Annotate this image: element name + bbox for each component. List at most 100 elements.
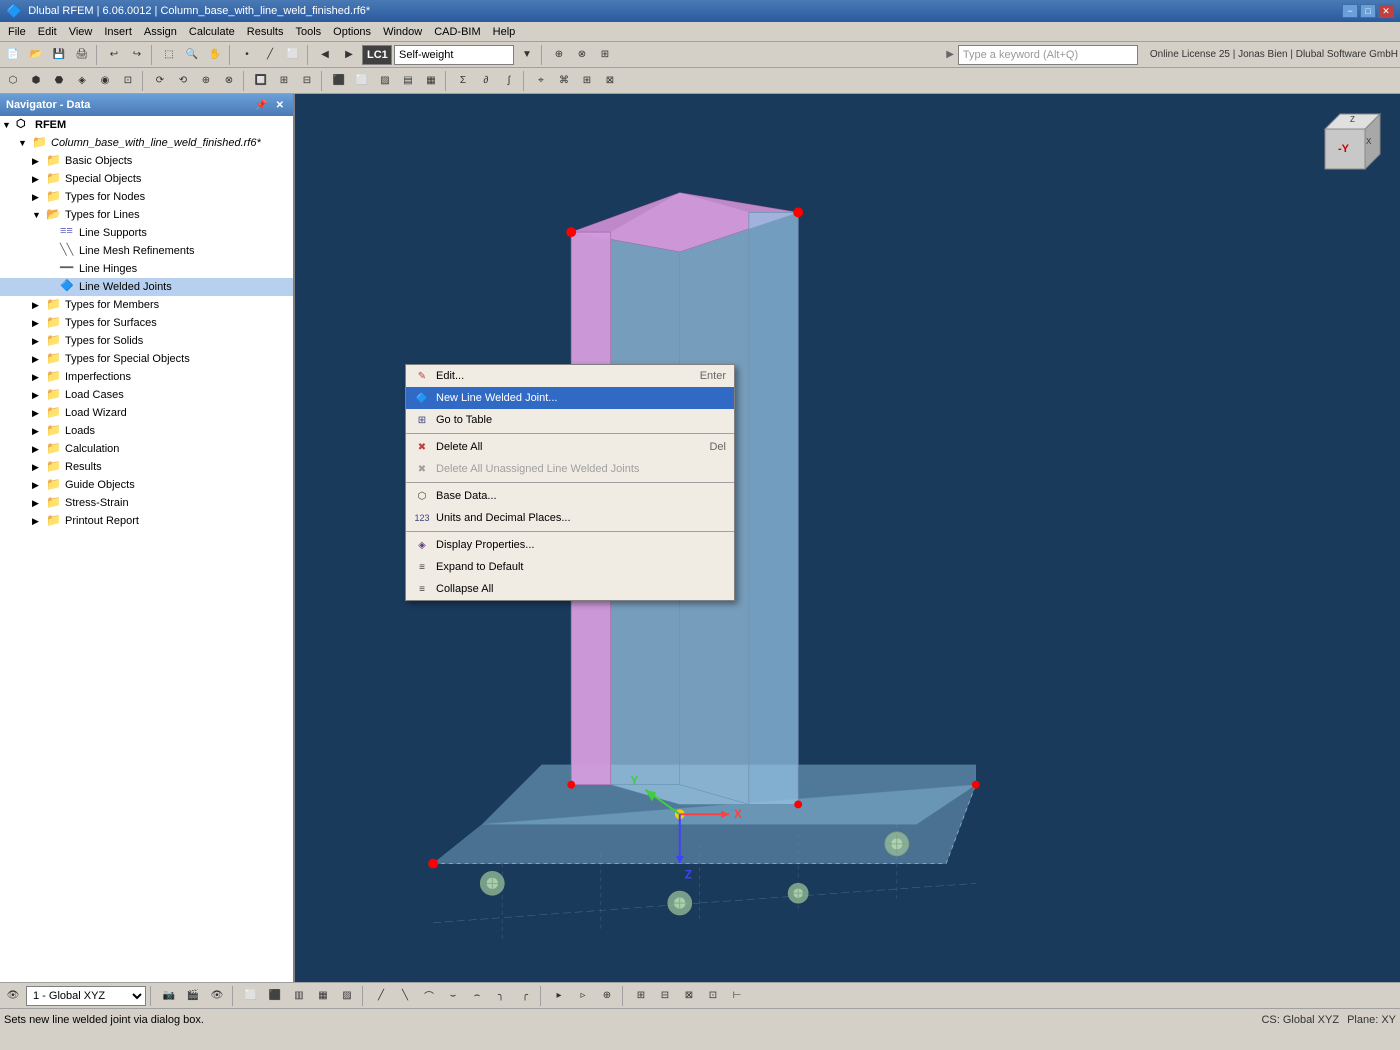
tree-load-wizard[interactable]: ▶ 📁 Load Wizard [0, 404, 293, 422]
tb-print[interactable]: 🖨 [71, 44, 93, 66]
nav-close[interactable]: ✕ [273, 100, 287, 111]
tb2-3[interactable]: ⬣ [48, 70, 70, 92]
ctx-collapse[interactable]: ≡ Collapse All [406, 578, 734, 600]
tree-calculation[interactable]: ▶ 📁 Calculation [0, 440, 293, 458]
tb-lc-next[interactable]: ▶ [338, 44, 360, 66]
tb-open[interactable]: 📂 [25, 44, 47, 66]
maximize-button[interactable]: □ [1360, 4, 1376, 18]
menu-tools[interactable]: Tools [289, 24, 327, 40]
tb2-4[interactable]: ◈ [71, 70, 93, 92]
tree-types-surfaces[interactable]: ▶ 📁 Types for Surfaces [0, 314, 293, 332]
tb2-22[interactable]: ⌖ [530, 70, 552, 92]
tree-file[interactable]: ▼ 📁 Column_base_with_line_weld_finished.… [0, 134, 293, 152]
menu-view[interactable]: View [63, 24, 99, 40]
tb-surface[interactable]: ⬜ [282, 44, 304, 66]
tb2-21[interactable]: ∫ [498, 70, 520, 92]
tree-line-supports[interactable]: ≡≡ Line Supports [0, 224, 293, 242]
ctx-goto-table[interactable]: ⊞ Go to Table [406, 409, 734, 431]
tb2-18[interactable]: ▦ [420, 70, 442, 92]
bt-cam[interactable]: 📷 [158, 985, 180, 1007]
tb2-23[interactable]: ⌘ [553, 70, 575, 92]
ctx-new-welded[interactable]: 🔷 New Line Welded Joint... [406, 387, 734, 409]
tb2-2[interactable]: ⬢ [25, 70, 47, 92]
tb2-17[interactable]: ▤ [397, 70, 419, 92]
tree-types-members[interactable]: ▶ 📁 Types for Members [0, 296, 293, 314]
bt-vid[interactable]: 🎬 [182, 985, 204, 1007]
tb-redo[interactable]: ↪ [126, 44, 148, 66]
bt-s1[interactable]: ╱ [370, 985, 392, 1007]
bt-s5[interactable]: ⌢ [466, 985, 488, 1007]
menu-insert[interactable]: Insert [98, 24, 138, 40]
canvas-area[interactable]: X Z Y -Y X Z [295, 94, 1400, 982]
tb-node[interactable]: • [236, 44, 258, 66]
tree-line-mesh[interactable]: ╲╲ Line Mesh Refinements [0, 242, 293, 260]
tb-zoom[interactable]: 🔍 [181, 44, 203, 66]
bt-w4[interactable]: ⊡ [702, 985, 724, 1007]
tree-types-special[interactable]: ▶ 📁 Types for Special Objects [0, 350, 293, 368]
tree-results[interactable]: ▶ 📁 Results [0, 458, 293, 476]
bt-w2[interactable]: ⊟ [654, 985, 676, 1007]
tb2-20[interactable]: ∂ [475, 70, 497, 92]
lc-combo[interactable]: Self-weight [394, 45, 514, 65]
tb2-11[interactable]: 🔲 [250, 70, 272, 92]
bt-grid2[interactable]: ⬛ [264, 985, 286, 1007]
tb2-13[interactable]: ⊟ [296, 70, 318, 92]
nav-cube[interactable]: -Y X Z [1310, 104, 1390, 184]
tb2-6[interactable]: ⊡ [117, 70, 139, 92]
bt-m2[interactable]: ▹ [572, 985, 594, 1007]
close-button[interactable]: ✕ [1378, 4, 1394, 18]
tb-undo[interactable]: ↩ [103, 44, 125, 66]
bt-w5[interactable]: ⊢ [726, 985, 748, 1007]
tb2-1[interactable]: ⬡ [2, 70, 24, 92]
menu-options[interactable]: Options [327, 24, 377, 40]
nav-header-controls[interactable]: 📌 ✕ [252, 100, 287, 111]
tb-lc-drop[interactable]: ▼ [516, 44, 538, 66]
bt-w3[interactable]: ⊠ [678, 985, 700, 1007]
tb-line[interactable]: ╱ [259, 44, 281, 66]
menu-assign[interactable]: Assign [138, 24, 183, 40]
bt-m3[interactable]: ⊕ [596, 985, 618, 1007]
tree-types-lines[interactable]: ▼ 📂 Types for Lines [0, 206, 293, 224]
menu-cad-bim[interactable]: CAD-BIM [428, 24, 486, 40]
tree-types-nodes[interactable]: ▶ 📁 Types for Nodes [0, 188, 293, 206]
tb2-12[interactable]: ⊞ [273, 70, 295, 92]
nav-pin[interactable]: 📌 [252, 100, 270, 111]
tree-basic-objects[interactable]: ▶ 📁 Basic Objects [0, 152, 293, 170]
menu-help[interactable]: Help [487, 24, 522, 40]
tb2-19[interactable]: Σ [452, 70, 474, 92]
tb-new[interactable]: 📄 [2, 44, 24, 66]
tree-stress-strain[interactable]: ▶ 📁 Stress-Strain [0, 494, 293, 512]
tree-line-welded[interactable]: 🔷 Line Welded Joints [0, 278, 293, 296]
titlebar-controls[interactable]: − □ ✕ [1342, 4, 1394, 18]
tb-r3[interactable]: ⊞ [594, 44, 616, 66]
minimize-button[interactable]: − [1342, 4, 1358, 18]
bt-grid1[interactable]: ⬜ [240, 985, 262, 1007]
bt-s2[interactable]: ╲ [394, 985, 416, 1007]
tree-imperfections[interactable]: ▶ 📁 Imperfections [0, 368, 293, 386]
tb2-10[interactable]: ⊗ [218, 70, 240, 92]
tb2-16[interactable]: ▨ [374, 70, 396, 92]
tb-select[interactable]: ⬚ [158, 44, 180, 66]
ctx-edit[interactable]: ✎ Edit... Enter [406, 365, 734, 387]
tb2-5[interactable]: ◉ [94, 70, 116, 92]
view-combo[interactable]: 1 - Global XYZ [26, 986, 146, 1006]
bt-m1[interactable]: ▸ [548, 985, 570, 1007]
ctx-display-props[interactable]: ◈ Display Properties... [406, 534, 734, 556]
tb-r1[interactable]: ⊕ [548, 44, 570, 66]
ctx-units[interactable]: 123 Units and Decimal Places... [406, 507, 734, 529]
menu-edit[interactable]: Edit [32, 24, 63, 40]
ctx-base-data[interactable]: ⬡ Base Data... [406, 485, 734, 507]
bt-grid3[interactable]: ▥ [288, 985, 310, 1007]
tree-types-solids[interactable]: ▶ 📁 Types for Solids [0, 332, 293, 350]
tb2-14[interactable]: ⬛ [328, 70, 350, 92]
tb-save[interactable]: 💾 [48, 44, 70, 66]
tree-printout[interactable]: ▶ 📁 Printout Report [0, 512, 293, 530]
bt-s6[interactable]: ╮ [490, 985, 512, 1007]
bt-view-icon[interactable]: 👁 [2, 985, 24, 1007]
search-input[interactable]: Type a keyword (Alt+Q) [958, 45, 1138, 65]
tree-special-objects[interactable]: ▶ 📁 Special Objects [0, 170, 293, 188]
tb-r2[interactable]: ⊗ [571, 44, 593, 66]
tree-load-cases[interactable]: ▶ 📁 Load Cases [0, 386, 293, 404]
tree-line-hinges[interactable]: ━━ Line Hinges [0, 260, 293, 278]
bt-s4[interactable]: ⌣ [442, 985, 464, 1007]
